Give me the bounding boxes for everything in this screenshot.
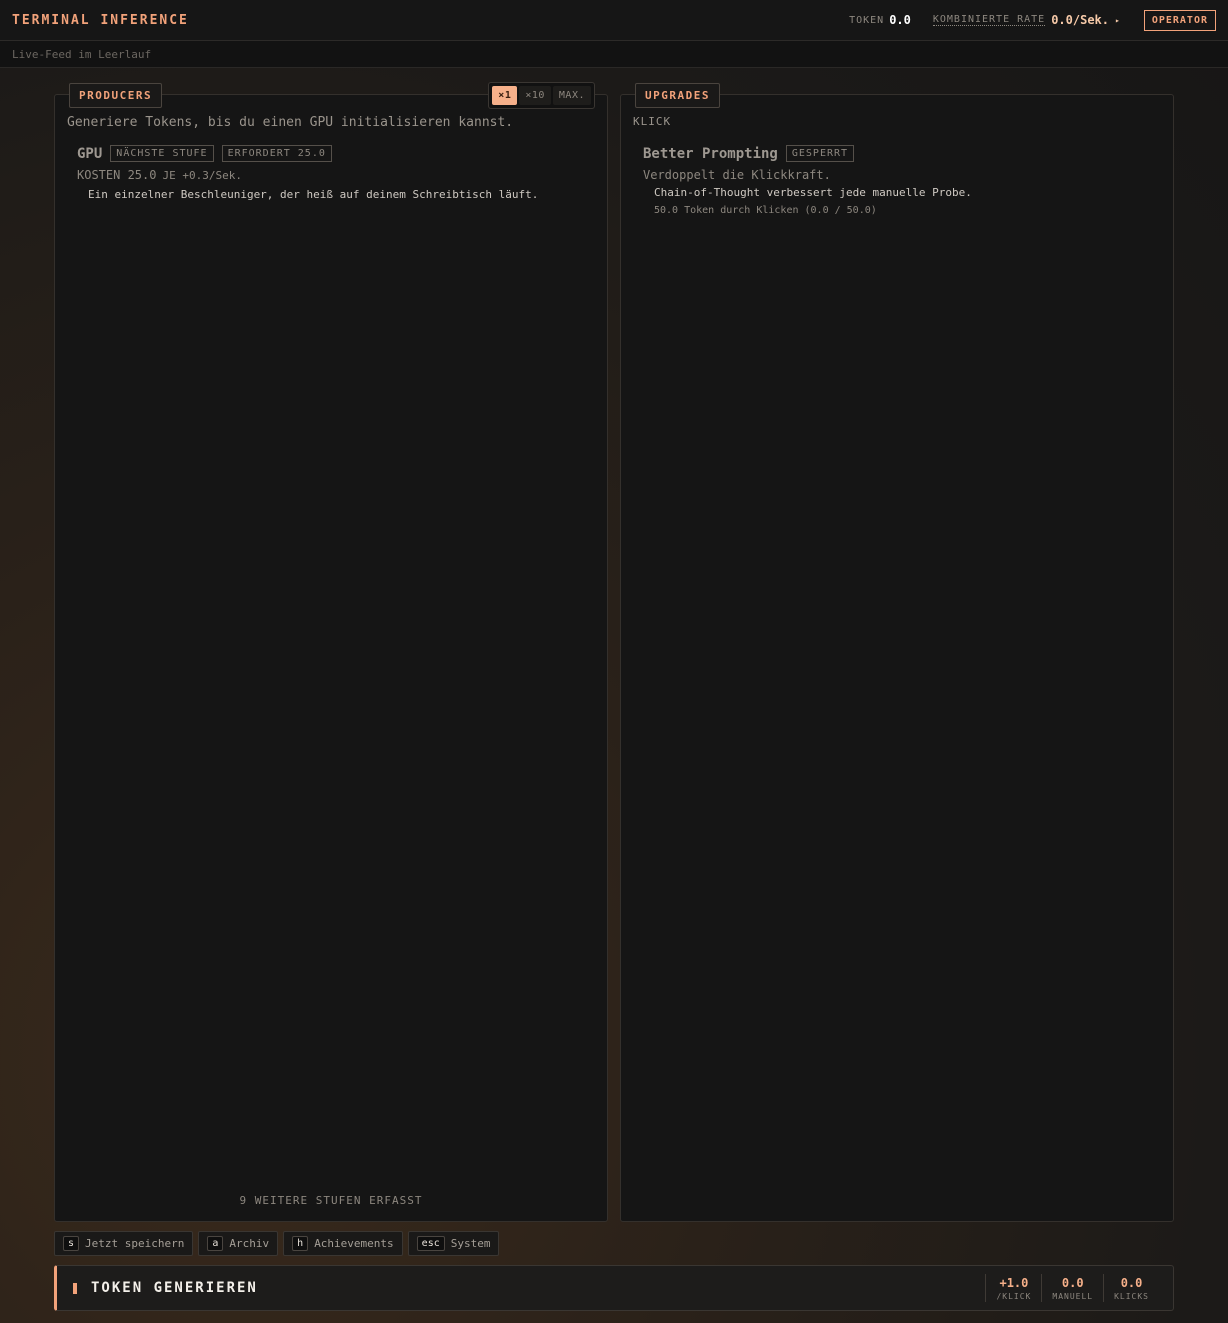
hotkey-save[interactable]: s Jetzt speichern — [54, 1231, 194, 1256]
generate-token-button[interactable]: TOKEN GENERIEREN +1.0 /KLICK 0.0 MANUELL… — [54, 1265, 1174, 1311]
key-esc: esc — [416, 1236, 445, 1251]
producer-yield: JE +0.3/Sek. — [162, 169, 242, 182]
key-h: h — [292, 1236, 309, 1251]
hotkey-save-label: Jetzt speichern — [85, 1237, 185, 1250]
live-feed-status: Live-Feed im Leerlauf — [12, 47, 152, 61]
producer-cost-row: KOSTEN 25.0 JE +0.3/Sek. — [77, 168, 538, 182]
click-section-label: KLICK — [633, 115, 672, 128]
hotkey-bar: s Jetzt speichern a Archiv h Achievement… — [54, 1231, 500, 1256]
hotkey-system-label: System — [450, 1237, 491, 1250]
multiplier-x10-button[interactable]: ×10 — [519, 86, 551, 105]
manual-stat: 0.0 MANUELL — [1041, 1274, 1103, 1302]
requires-badge: ERFORDERT 25.0 — [221, 145, 332, 162]
hotkey-achievements[interactable]: h Achievements — [283, 1231, 403, 1256]
combined-rate-value: 0.0/Sek. — [1051, 13, 1109, 27]
upgrade-description: Verdoppelt die Klickkraft. — [643, 168, 831, 182]
manual-value: 0.0 — [1061, 1275, 1084, 1290]
producer-cost: KOSTEN 25.0 — [77, 168, 157, 182]
hotkey-achievements-label: Achievements — [314, 1237, 394, 1250]
clicks-label: KLICKS — [1114, 1291, 1149, 1301]
generate-token-label: TOKEN GENERIEREN — [91, 1280, 258, 1296]
key-s: s — [63, 1236, 80, 1251]
buy-multiplier-group: ×1 ×10 MAX. — [488, 82, 595, 109]
per-click-stat: +1.0 /KLICK — [985, 1274, 1041, 1302]
hotkey-system[interactable]: esc System — [407, 1231, 500, 1256]
per-click-value: +1.0 — [999, 1275, 1029, 1290]
producer-gpu[interactable]: GPU NÄCHSTE STUFE ERFORDERT 25.0 KOSTEN … — [77, 145, 538, 201]
upgrades-tab: UPGRADES — [635, 83, 720, 108]
click-stats: +1.0 /KLICK 0.0 MANUELL 0.0 KLICKS — [985, 1274, 1159, 1302]
token-label: TOKEN — [849, 14, 885, 26]
producers-hint: Generiere Tokens, bis du einen GPU initi… — [67, 115, 514, 130]
header-stats: TOKEN 0.0 KOMBINIERTE RATE 0.0/Sek. ▸ OP… — [849, 9, 1216, 31]
live-feed-bar: Live-Feed im Leerlauf — [0, 41, 1228, 68]
operator-button[interactable]: OPERATOR — [1143, 9, 1216, 31]
locked-badge: GESPERRT — [785, 145, 855, 162]
per-click-label: /KLICK — [996, 1291, 1032, 1301]
producer-description: Ein einzelner Beschleuniger, der heiß au… — [88, 188, 539, 201]
token-value: 0.0 — [889, 13, 911, 27]
more-tiers-note: 9 WEITERE STUFEN ERFASST — [239, 1194, 423, 1207]
upgrades-panel: UPGRADES KLICK Better Prompting GESPERRT… — [620, 83, 1174, 1222]
combined-rate-label[interactable]: KOMBINIERTE RATE — [932, 14, 1046, 26]
hotkey-archive[interactable]: a Archiv — [198, 1231, 279, 1256]
multiplier-x1-button[interactable]: ×1 — [492, 86, 518, 105]
upgrade-name: Better Prompting — [643, 145, 778, 162]
clicks-value: 0.0 — [1120, 1275, 1143, 1290]
app-title: TERMINAL INFERENCE — [12, 12, 189, 28]
manual-label: MANUELL — [1052, 1291, 1094, 1301]
upgrade-flavor: Chain-of-Thought verbessert jede manuell… — [654, 186, 972, 199]
key-a: a — [207, 1236, 224, 1251]
top-bar: TERMINAL INFERENCE TOKEN 0.0 KOMBINIERTE… — [0, 0, 1228, 41]
cursor-marker-icon — [73, 1282, 77, 1294]
producers-panel: PRODUCERS ×1 ×10 MAX. Generiere Tokens, … — [54, 82, 608, 1222]
upgrade-better-prompting[interactable]: Better Prompting GESPERRT Verdoppelt die… — [643, 145, 972, 216]
rate-expand-icon[interactable]: ▸ — [1115, 16, 1120, 25]
producers-tab: PRODUCERS — [69, 83, 163, 108]
upgrade-requirement: 50.0 Token durch Klicken (0.0 / 50.0) — [654, 205, 877, 216]
clicks-stat: 0.0 KLICKS — [1103, 1274, 1159, 1302]
next-tier-badge: NÄCHSTE STUFE — [110, 145, 214, 162]
multiplier-max-button[interactable]: MAX. — [552, 86, 591, 105]
producer-name: GPU — [77, 145, 103, 162]
hotkey-archive-label: Archiv — [229, 1237, 270, 1250]
